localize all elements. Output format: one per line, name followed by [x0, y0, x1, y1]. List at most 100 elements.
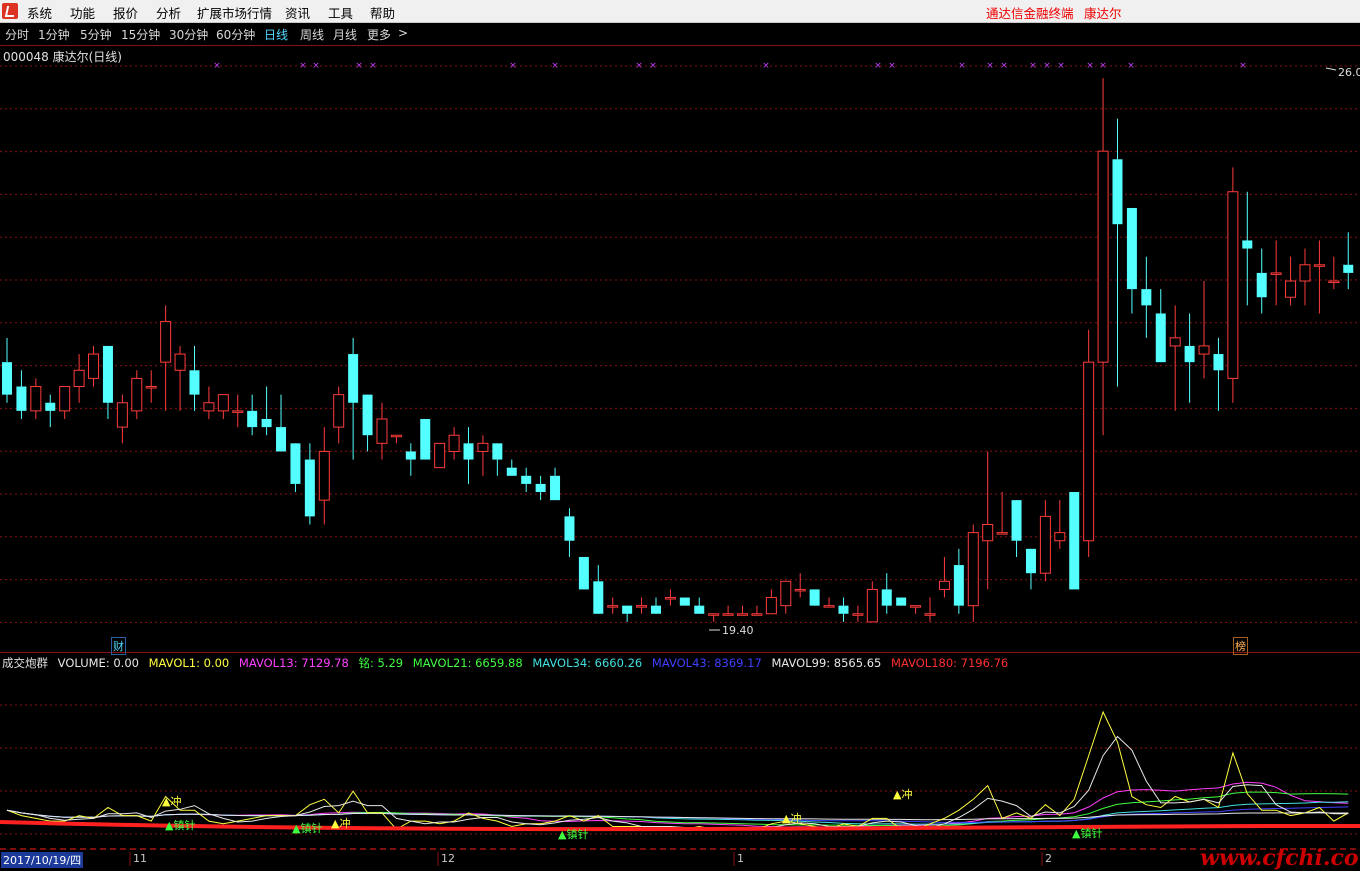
candle-body-up: [73, 369, 85, 388]
candle-body-down: [593, 581, 604, 614]
event-marker-icon: ×: [355, 61, 363, 71]
month-label-1: 1: [737, 852, 744, 865]
event-marker-icon: ×: [986, 61, 994, 71]
mavol13-value: MAVOL13: 7129.78: [238, 656, 349, 670]
candle-body-down: [420, 418, 431, 460]
candle-body-up: [722, 613, 734, 616]
event-marker-icon: ×: [888, 61, 896, 71]
candle-body-down: [276, 427, 287, 452]
high-pointer-icon: [1325, 67, 1337, 71]
candle-body-down: [102, 345, 113, 403]
candle-body-up: [160, 321, 172, 363]
candle-body-up: [376, 418, 388, 444]
candle-body-up: [982, 523, 994, 542]
event-marker-icon: ×: [1086, 61, 1094, 71]
candle-body-up: [1039, 515, 1051, 574]
candle-body-down: [1213, 354, 1224, 371]
candle-body-up: [1097, 150, 1109, 363]
candle-body-down: [45, 402, 56, 411]
candle-body-up: [1313, 264, 1325, 267]
candle-body-up: [30, 386, 42, 412]
event-marker-icon: ×: [1000, 61, 1008, 71]
date-axis: 2017/10/19/四 11 12 1 2: [0, 852, 1360, 868]
candle-body-down: [521, 475, 532, 484]
candle-body-down: [622, 605, 633, 614]
finance-badge[interactable]: 财: [111, 637, 126, 655]
candle-body-up: [780, 580, 792, 607]
candle-body-down: [809, 589, 820, 606]
event-marker-icon: ×: [312, 61, 320, 71]
candle-body-down: [564, 516, 575, 541]
candle-body-up: [1227, 191, 1239, 379]
candle-body-up: [938, 580, 950, 590]
candle-body-up: [232, 410, 244, 413]
event-marker-icon: ×: [649, 61, 657, 71]
candle-body-down: [838, 605, 849, 614]
candle-body-down: [1025, 548, 1036, 574]
candle-body-down: [261, 418, 272, 428]
candle-body-down: [953, 565, 964, 606]
candle-body-up: [145, 386, 157, 389]
candle-body-down: [1112, 159, 1123, 225]
candle-body-down: [348, 354, 359, 403]
candle-body-down: [550, 475, 561, 501]
candle-body-up: [1054, 532, 1066, 542]
candle-body-down: [1141, 289, 1152, 306]
candle-body-up: [708, 613, 720, 616]
candle-body-down: [189, 370, 200, 395]
candle-body-down: [506, 467, 517, 476]
signal-chong-3: ▲冲: [782, 812, 802, 825]
candle-body-down: [405, 451, 416, 460]
month-label-12: 12: [441, 852, 455, 865]
candle-body-up: [910, 605, 922, 608]
signal-zhen-1: ▲镇针: [165, 819, 196, 832]
signal-zhen-3: ▲镇针: [558, 828, 589, 841]
candle-body-up: [390, 434, 402, 438]
candle-body-up: [59, 386, 71, 412]
signal-zhen-2: ▲镇针: [292, 822, 323, 835]
volume-value: VOLUME: 0.00: [57, 656, 139, 670]
candle-body-up: [448, 434, 460, 452]
candle-body-down: [1011, 500, 1022, 541]
event-marker-icon: ×: [369, 61, 377, 71]
event-marker-icon: ×: [551, 61, 559, 71]
candle-body-down: [694, 605, 705, 614]
event-marker-icon: ×: [509, 61, 517, 71]
signal-chong-4: ▲冲: [893, 788, 913, 801]
ranking-badge[interactable]: 榜: [1233, 637, 1248, 655]
candle-body-down: [492, 443, 503, 460]
candle-body-down: [535, 483, 546, 493]
mavol34-value: MAVOL34: 6660.26: [532, 656, 643, 670]
event-marker-icon: ×: [1099, 61, 1107, 71]
candle-body-up: [1169, 337, 1181, 347]
candle-body-up: [866, 588, 878, 623]
watermark: www.cfchi.com: [1200, 845, 1360, 871]
candle-body-down: [1155, 313, 1166, 363]
candle-body-down: [2, 362, 12, 395]
event-marker-icon: ×: [1127, 61, 1135, 71]
ming-value: 铭: 5.29: [358, 656, 404, 670]
candle-body-up: [1083, 361, 1095, 542]
candle-body-down: [290, 443, 301, 484]
candle-body-up: [318, 450, 330, 501]
candle-body-down: [362, 394, 373, 436]
candle-body-down: [247, 410, 258, 428]
mavol1-value: MAVOL1: 0.00: [148, 656, 230, 670]
month-label-11: 11: [133, 852, 147, 865]
price-chart-canvas[interactable]: × × × × × × × × × × × × × × × × × × × × × ×: [0, 0, 1360, 866]
candle-body-up: [116, 402, 128, 428]
volume-shadow-line: [6, 735, 1349, 830]
candle-body-up: [1285, 280, 1297, 298]
candle-body-up: [174, 353, 186, 371]
event-marker-icon: ×: [1239, 61, 1247, 71]
signal-chong-1: ▲冲: [162, 795, 182, 808]
candle-body-down: [1184, 345, 1195, 363]
candle-body-up: [434, 442, 446, 469]
candle-body-up: [967, 532, 979, 607]
candle-body-up: [203, 402, 215, 412]
mavol180-value: MAVOL180: 7196.76: [891, 656, 1009, 670]
candle-body-up: [823, 605, 835, 608]
event-marker-icon: ×: [1029, 61, 1037, 71]
event-marker-icon: ×: [1043, 61, 1051, 71]
candle-body-down: [881, 589, 892, 606]
